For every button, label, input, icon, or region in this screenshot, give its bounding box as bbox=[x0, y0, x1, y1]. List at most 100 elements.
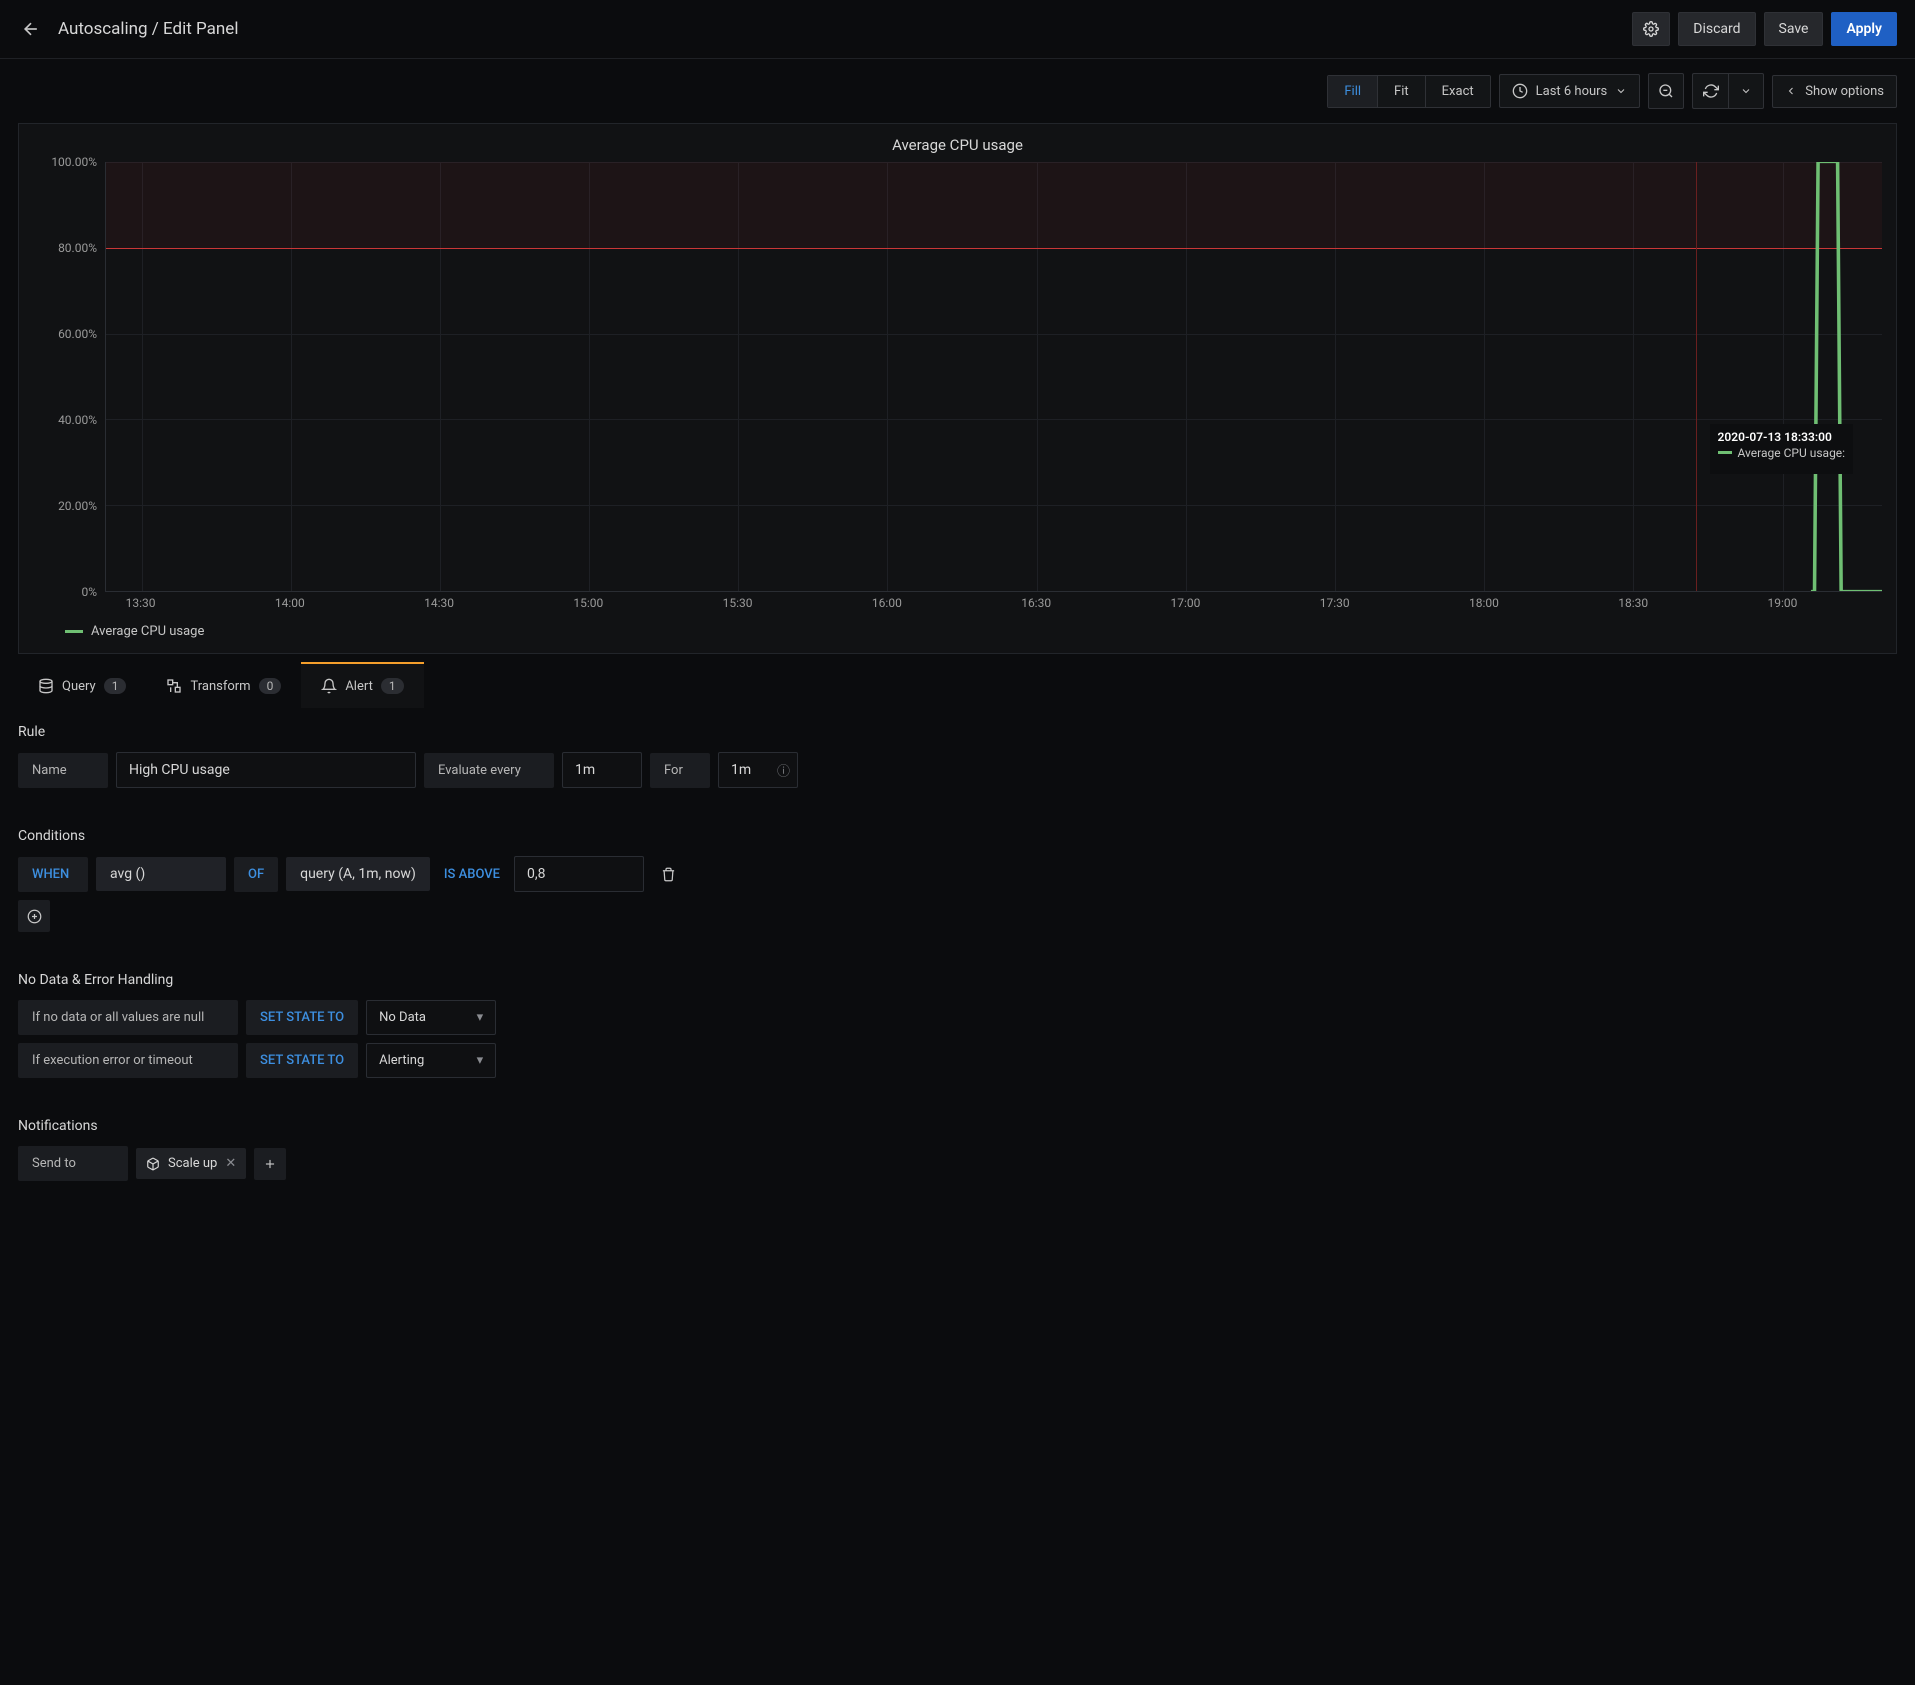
for-label: For bbox=[650, 753, 710, 788]
info-icon[interactable]: ⓘ bbox=[777, 761, 790, 780]
legend-swatch bbox=[65, 630, 83, 633]
page-title: Autoscaling / Edit Panel bbox=[58, 19, 238, 39]
operator-selector[interactable]: IS ABOVE bbox=[438, 867, 506, 882]
time-range-label: Last 6 hours bbox=[1536, 84, 1608, 99]
chart-legend[interactable]: Average CPU usage bbox=[65, 624, 1882, 639]
apply-button[interactable]: Apply bbox=[1831, 12, 1897, 46]
x-tick: 16:00 bbox=[872, 596, 902, 610]
conditions-section-title: Conditions bbox=[18, 828, 1897, 844]
chart-title: Average CPU usage bbox=[33, 136, 1882, 154]
aggregation-selector[interactable]: avg () bbox=[96, 857, 226, 891]
y-axis: 100.00% 80.00% 60.00% 40.00% 20.00% 0% bbox=[33, 162, 105, 592]
tab-transform-label: Transform bbox=[190, 679, 250, 694]
x-tick: 14:00 bbox=[275, 596, 305, 610]
chart-panel: Average CPU usage 100.00% 80.00% 60.00% … bbox=[18, 123, 1897, 654]
display-fit[interactable]: Fit bbox=[1378, 76, 1426, 107]
notifications-section-title: Notifications bbox=[18, 1118, 1897, 1134]
delete-condition-button[interactable] bbox=[652, 858, 684, 890]
exec-error-state-select[interactable]: Alerting ▾ bbox=[366, 1043, 496, 1078]
when-label: WHEN bbox=[18, 857, 88, 892]
discard-button[interactable]: Discard bbox=[1678, 12, 1755, 46]
display-fill[interactable]: Fill bbox=[1328, 76, 1378, 107]
caret-down-icon: ▾ bbox=[477, 1053, 484, 1068]
database-icon bbox=[38, 678, 54, 694]
set-state-label: SET STATE TO bbox=[246, 1043, 358, 1078]
nodata-label: If no data or all values are null bbox=[18, 1000, 238, 1035]
plus-icon bbox=[263, 1157, 277, 1171]
time-range-picker[interactable]: Last 6 hours bbox=[1499, 74, 1641, 108]
remove-channel-button[interactable]: ✕ bbox=[225, 1156, 236, 1171]
x-tick: 13:30 bbox=[126, 596, 156, 610]
x-tick: 15:00 bbox=[573, 596, 603, 610]
plus-circle-icon bbox=[27, 909, 42, 924]
trash-icon bbox=[661, 867, 676, 882]
x-axis: 13:30 14:00 14:30 15:00 15:30 16:00 16:3… bbox=[105, 592, 1882, 612]
x-tick: 19:00 bbox=[1768, 596, 1798, 610]
query-selector[interactable]: query (A, 1m, now) bbox=[286, 857, 430, 891]
nodata-state-value: No Data bbox=[379, 1010, 426, 1025]
exec-error-state-value: Alerting bbox=[379, 1053, 424, 1068]
nodata-state-select[interactable]: No Data ▾ bbox=[366, 1000, 496, 1035]
clock-icon bbox=[1512, 83, 1528, 99]
save-button[interactable]: Save bbox=[1764, 12, 1824, 46]
bell-icon bbox=[321, 678, 337, 694]
zoom-out-button[interactable] bbox=[1648, 73, 1684, 109]
evaluate-every-label: Evaluate every bbox=[424, 753, 554, 788]
chevron-down-icon bbox=[1740, 85, 1752, 97]
legend-label: Average CPU usage bbox=[91, 624, 204, 639]
x-tick: 17:00 bbox=[1170, 596, 1200, 610]
display-exact[interactable]: Exact bbox=[1426, 76, 1490, 107]
arrow-left-icon bbox=[21, 19, 41, 39]
series-line bbox=[106, 162, 1882, 591]
x-tick: 18:00 bbox=[1469, 596, 1499, 610]
show-options-button[interactable]: Show options bbox=[1772, 75, 1897, 108]
tooltip-timestamp: 2020-07-13 18:33:00 bbox=[1718, 430, 1846, 444]
chevron-left-icon bbox=[1785, 85, 1797, 97]
tab-query-label: Query bbox=[62, 679, 96, 694]
tab-alert-label: Alert bbox=[345, 679, 373, 694]
tooltip-swatch bbox=[1718, 451, 1732, 454]
notification-channel-name: Scale up bbox=[168, 1156, 217, 1171]
x-tick: 14:30 bbox=[424, 596, 454, 610]
add-condition-button[interactable] bbox=[18, 900, 50, 932]
refresh-interval-button[interactable] bbox=[1728, 73, 1764, 109]
set-state-label: SET STATE TO bbox=[246, 1000, 358, 1035]
settings-button[interactable] bbox=[1632, 12, 1670, 46]
x-tick: 18:30 bbox=[1618, 596, 1648, 610]
display-mode-group: Fill Fit Exact bbox=[1327, 75, 1490, 108]
rule-section-title: Rule bbox=[18, 724, 1897, 740]
bottom-tabs: Query 1 Transform 0 Alert 1 bbox=[18, 662, 1897, 708]
y-tick: 80.00% bbox=[58, 241, 97, 255]
chart-tooltip: 2020-07-13 18:33:00 Average CPU usage: bbox=[1710, 424, 1854, 474]
chevron-down-icon bbox=[1615, 85, 1627, 97]
threshold-input[interactable] bbox=[514, 856, 644, 892]
x-tick: 16:30 bbox=[1021, 596, 1051, 610]
y-tick: 60.00% bbox=[58, 327, 97, 341]
nodata-section-title: No Data & Error Handling bbox=[18, 972, 1897, 988]
gear-icon bbox=[1643, 21, 1659, 37]
y-tick: 0% bbox=[81, 585, 97, 599]
send-to-label: Send to bbox=[18, 1146, 128, 1181]
refresh-button[interactable] bbox=[1692, 73, 1728, 109]
notification-channel-tag[interactable]: Scale up ✕ bbox=[136, 1148, 246, 1179]
x-tick: 17:30 bbox=[1320, 596, 1350, 610]
evaluate-every-input[interactable] bbox=[562, 752, 642, 788]
y-tick: 100.00% bbox=[51, 155, 97, 169]
chart-plot[interactable]: ♥ 0.8 ⋮⋮ 2020-07-13 18:33:00 Average CPU… bbox=[105, 162, 1882, 592]
of-label: OF bbox=[234, 857, 278, 892]
rule-name-input[interactable] bbox=[116, 752, 416, 788]
cube-icon bbox=[146, 1157, 160, 1171]
zoom-out-icon bbox=[1658, 83, 1674, 99]
y-tick: 40.00% bbox=[58, 413, 97, 427]
transform-icon bbox=[166, 678, 182, 694]
tab-transform[interactable]: Transform 0 bbox=[146, 662, 301, 708]
add-channel-button[interactable] bbox=[254, 1148, 286, 1180]
y-tick: 20.00% bbox=[58, 499, 97, 513]
back-button[interactable] bbox=[18, 16, 44, 42]
tab-alert-count: 1 bbox=[381, 678, 404, 694]
rule-name-label: Name bbox=[18, 753, 108, 788]
x-tick: 15:30 bbox=[723, 596, 753, 610]
show-options-label: Show options bbox=[1805, 84, 1884, 99]
tab-query[interactable]: Query 1 bbox=[18, 662, 146, 708]
tab-alert[interactable]: Alert 1 bbox=[301, 662, 423, 708]
